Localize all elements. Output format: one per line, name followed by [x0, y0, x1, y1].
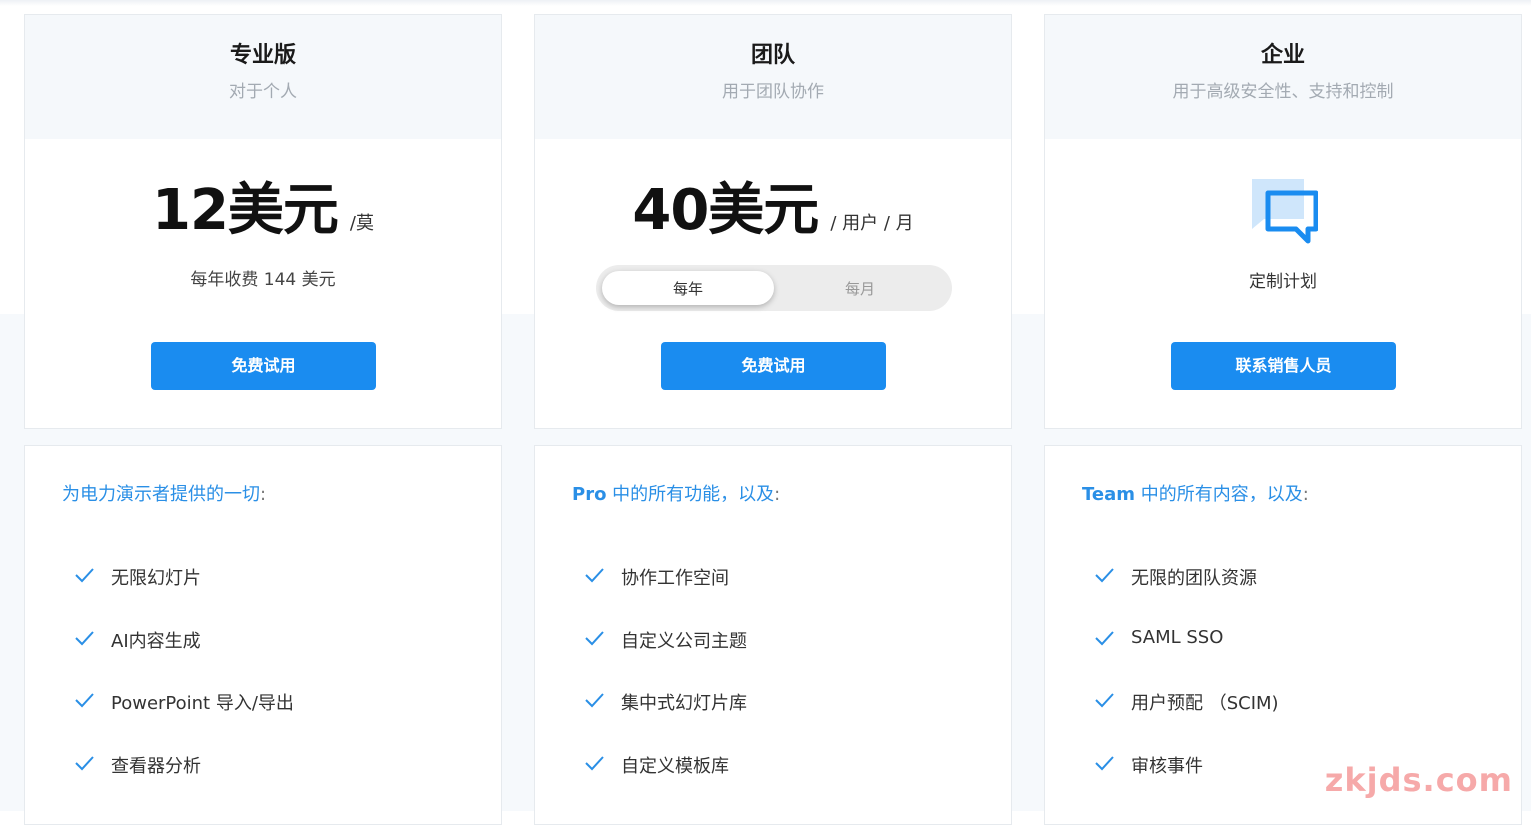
feature-item: 审核事件 — [1093, 752, 1279, 815]
contact-sales-button[interactable]: 联系销售人员 — [1171, 342, 1396, 390]
features-title-colon: : — [260, 484, 267, 505]
feature-label: 协作工作空间 — [621, 568, 729, 589]
features-title: Team 中的所有内容，以及: — [1082, 480, 1309, 506]
chat-bubble-icon — [1252, 179, 1318, 244]
feature-label: 用户预配 （SCIM) — [1131, 693, 1279, 714]
plan-card-enterprise: 企业 用于高级安全性、支持和控制 定制计划 联系销售人员 — [1044, 14, 1522, 429]
feature-label: 自定义模板库 — [621, 755, 729, 777]
feature-item: PowerPoint 导入/导出 — [73, 689, 294, 752]
features-title-colon: : — [774, 484, 781, 505]
plan-card-team: 团队 用于团队协作 40美元 / 用户 / 月 每年 每月 免费试用 — [534, 14, 1012, 429]
check-icon — [585, 568, 604, 583]
check-icon — [1095, 693, 1114, 708]
feature-label: 自定义公司主题 — [621, 630, 747, 652]
feature-list: 无限幻灯片 AI内容生成 PowerPoint 导入/导出 查看器分析 — [73, 564, 294, 814]
feature-list: 无限的团队资源 SAML SSO 用户预配 （SCIM) 审核事件 — [1093, 564, 1279, 814]
feature-item: 用户预配 （SCIM) — [1093, 689, 1279, 752]
watermark: zkjds.com — [1324, 761, 1513, 799]
features-title: 为电力演示者提供的一切: — [62, 480, 266, 506]
feature-item: 无限的团队资源 — [1093, 564, 1279, 627]
features-title-highlight: 为电力演示者提供的一切 — [62, 484, 260, 505]
check-icon — [585, 755, 604, 770]
toggle-option-yearly[interactable]: 每年 — [602, 278, 774, 299]
plan-name: 专业版 — [229, 43, 296, 68]
price-unit: / 用户 / 月 — [830, 213, 914, 234]
billing-note: 每年收费 144 美元 — [190, 270, 336, 290]
check-icon — [1095, 568, 1114, 583]
free-trial-button[interactable]: 免费试用 — [661, 342, 886, 390]
feature-label: 查看器分析 — [111, 755, 201, 777]
plan-name: 团队 — [750, 43, 795, 68]
features-title-colon: : — [1302, 484, 1309, 505]
price-row: 40美元 / 用户 / 月 — [535, 165, 1011, 246]
feature-item: 集中式幻灯片库 — [583, 689, 747, 752]
feature-item: 自定义公司主题 — [583, 627, 747, 690]
top-divider — [0, 0, 1531, 6]
check-icon — [1095, 630, 1114, 645]
features-card-pro: 为电力演示者提供的一切: 无限幻灯片 AI内容生成 PowerPoint 导入/… — [24, 445, 502, 825]
price: 40美元 — [632, 178, 819, 243]
plan-header: 团队 用于团队协作 — [535, 15, 1011, 139]
check-icon — [1095, 755, 1114, 770]
feature-label: 无限的团队资源 — [1131, 568, 1257, 589]
check-icon — [75, 693, 94, 708]
features-title-highlight: Pro — [572, 484, 607, 505]
feature-label: 无限幻灯片 — [111, 568, 201, 589]
features-title-highlight: Team — [1082, 484, 1135, 505]
feature-item: 协作工作空间 — [583, 564, 747, 627]
custom-plan-label: 定制计划 — [1249, 272, 1317, 292]
price-row: 12美元/莫 — [25, 165, 501, 246]
price-unit: /莫 — [349, 213, 374, 234]
feature-item: 无限幻灯片 — [73, 564, 294, 627]
price: 12美元 — [151, 178, 339, 243]
check-icon — [75, 630, 94, 645]
plan-header: 企业 用于高级安全性、支持和控制 — [1045, 15, 1521, 139]
free-trial-button[interactable]: 免费试用 — [151, 342, 376, 390]
features-title-rest: 中的所有功能，以及 — [606, 484, 775, 505]
feature-item: SAML SSO — [1093, 627, 1279, 690]
toggle-option-monthly[interactable]: 每月 — [774, 278, 946, 299]
check-icon — [585, 693, 604, 708]
feature-label: SAML SSO — [1131, 626, 1224, 648]
check-icon — [75, 755, 94, 770]
feature-label: 审核事件 — [1131, 755, 1203, 777]
feature-item: 查看器分析 — [73, 752, 294, 815]
check-icon — [75, 568, 94, 583]
feature-label: AI内容生成 — [111, 630, 201, 652]
feature-label: PowerPoint 导入/导出 — [111, 693, 294, 714]
feature-item: AI内容生成 — [73, 627, 294, 690]
plan-name: 企业 — [1260, 43, 1305, 68]
feature-list: 协作工作空间 自定义公司主题 集中式幻灯片库 自定义模板库 — [583, 564, 747, 814]
feature-item: 自定义模板库 — [583, 752, 747, 815]
plan-card-pro: 专业版 对于个人 12美元/莫 每年收费 144 美元 免费试用 — [24, 14, 502, 429]
plan-header: 专业版 对于个人 — [25, 15, 501, 139]
billing-period-toggle[interactable]: 每年 每月 — [596, 265, 952, 311]
features-card-team: Pro 中的所有功能，以及: 协作工作空间 自定义公司主题 集中式幻灯片库 自定… — [534, 445, 1012, 825]
features-title: Pro 中的所有功能，以及: — [572, 480, 780, 506]
plan-subtitle: 用于团队协作 — [722, 82, 824, 102]
features-title-rest: 中的所有内容，以及 — [1135, 484, 1303, 505]
plan-subtitle: 用于高级安全性、支持和控制 — [1172, 82, 1394, 102]
check-icon — [585, 630, 604, 645]
plan-subtitle: 对于个人 — [229, 82, 297, 102]
feature-label: 集中式幻灯片库 — [621, 693, 747, 714]
